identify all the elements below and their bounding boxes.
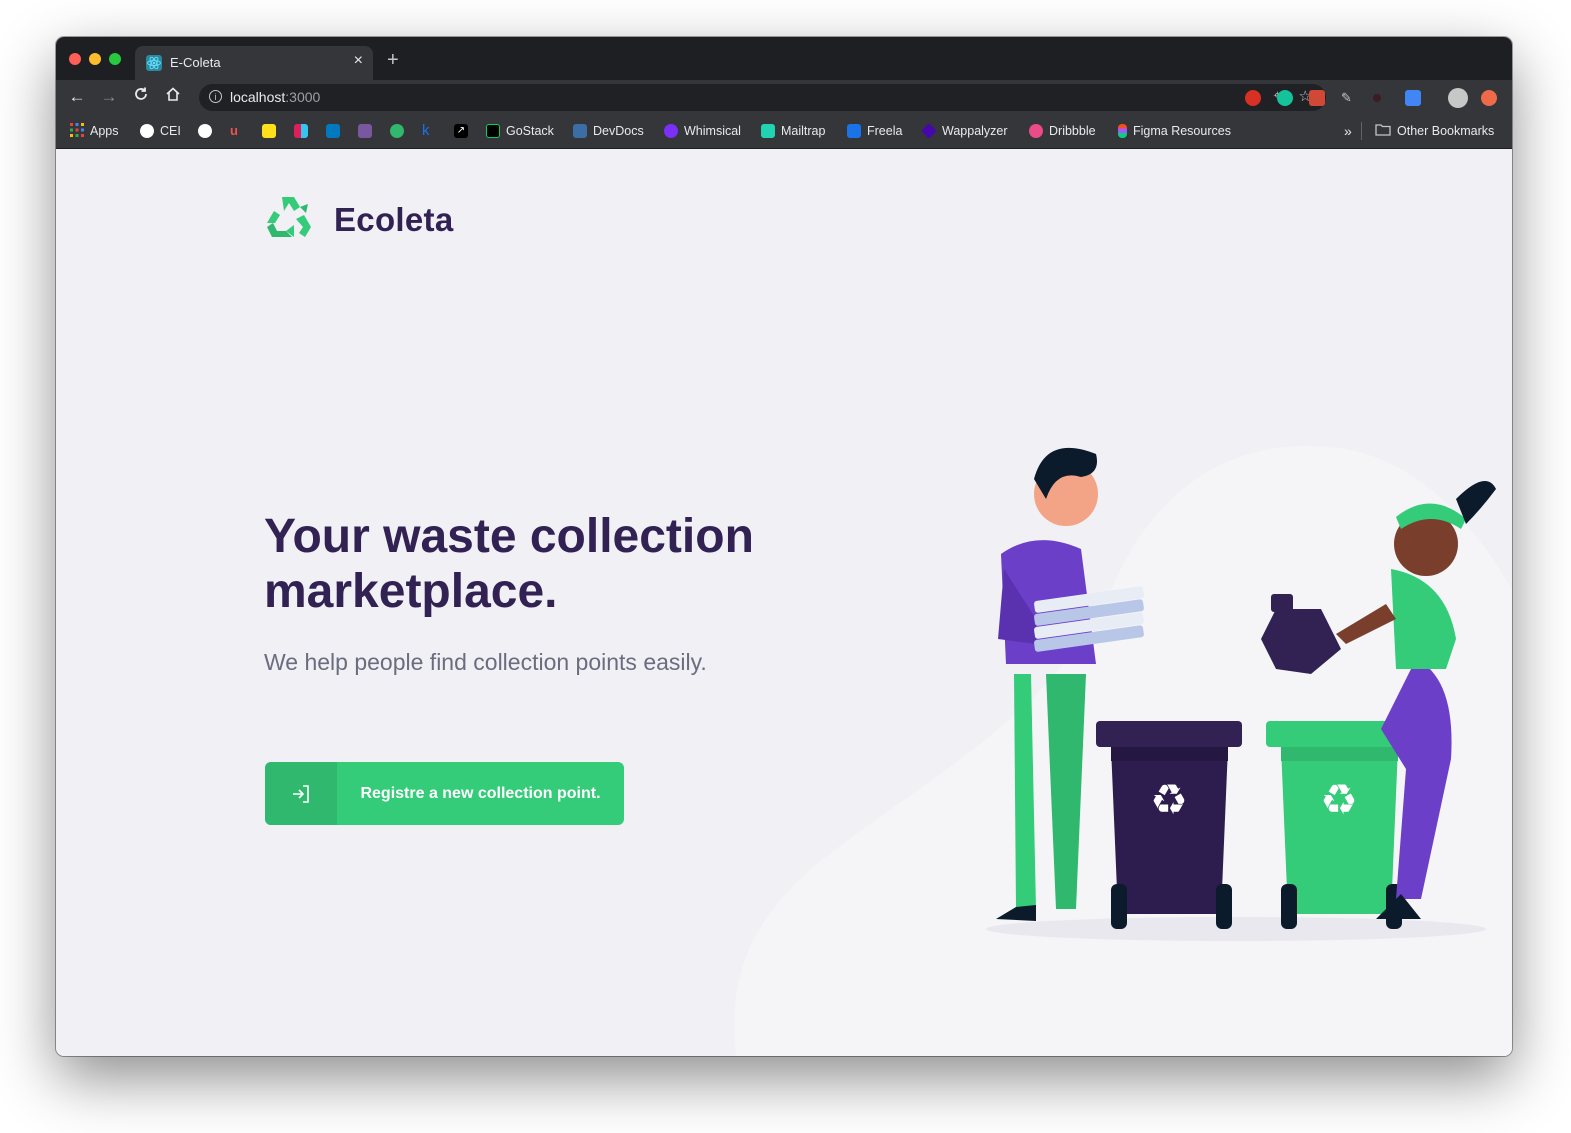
pen-extension-icon[interactable]: ✎ (1341, 90, 1357, 106)
url-host: localhost (230, 89, 286, 105)
bookmark-label: Other Bookmarks (1397, 124, 1495, 138)
trello-icon (326, 124, 340, 138)
address-url: localhost:3000 (230, 89, 320, 105)
new-tab-button[interactable]: + (387, 50, 399, 70)
bookmark-github[interactable] (198, 123, 212, 139)
register-collection-point-button[interactable]: Registre a new collection point. (265, 762, 624, 825)
dot-extension-icon[interactable] (1373, 94, 1381, 102)
bookmark-figma[interactable]: Figma Resources (1118, 123, 1231, 139)
translate-extension-icon[interactable] (1405, 90, 1421, 106)
bookmark-dribbble[interactable]: Dribbble (1029, 123, 1096, 139)
freela-icon (847, 124, 861, 138)
apps-grid-icon (70, 122, 84, 140)
heroku-icon (358, 124, 372, 138)
k-icon: k (422, 122, 430, 139)
browser-toolbar: ← → i localhost:3000 ⌖ ☆ ✎ (56, 80, 1512, 115)
folder-icon (1375, 123, 1391, 139)
adblock-extension-icon[interactable] (1245, 90, 1261, 106)
browser-tab[interactable]: E-Coleta × (135, 46, 373, 80)
log-in-icon (265, 762, 337, 825)
figma-icon (1118, 124, 1127, 138)
bookmark-label: Dribbble (1049, 124, 1096, 138)
mailchimp-icon (262, 124, 276, 138)
udemy-icon: u (230, 123, 238, 138)
recycling-people-illustration: ♻ ♻ (986, 447, 1496, 941)
close-tab-icon[interactable]: × (354, 52, 363, 70)
bookmark-label: DevDocs (593, 124, 644, 138)
bookmark-freela[interactable]: Freela (847, 123, 902, 139)
address-bar[interactable]: i localhost:3000 ⌖ ☆ (199, 84, 1326, 111)
tab-bar: E-Coleta × + (56, 37, 1512, 80)
bookmark-other[interactable]: Other Bookmarks (1375, 123, 1494, 139)
bookmark-arrow[interactable]: ↗ (454, 123, 468, 139)
arrow-app-icon: ↗ (454, 124, 468, 138)
svg-text:♻: ♻ (1320, 775, 1358, 824)
bookmark-wappalyzer[interactable]: Wappalyzer (921, 123, 1008, 139)
bookmark-gostack[interactable]: GoStack (486, 123, 554, 139)
bookmark-heroku[interactable] (358, 123, 372, 139)
globe-icon (140, 124, 154, 138)
back-arrow-icon[interactable]: ← (66, 86, 88, 108)
home-icon[interactable] (162, 86, 184, 108)
bookmark-slack[interactable] (294, 123, 308, 139)
bookmark-hacker[interactable] (390, 123, 404, 139)
bookmarks-overflow-chevron[interactable]: » (1344, 123, 1352, 139)
bookmark-label: Whimsical (684, 124, 741, 138)
extension-icon[interactable] (1309, 90, 1325, 106)
bookmark-mailtrap[interactable]: Mailtrap (761, 123, 825, 139)
bookmark-apps[interactable]: Apps (70, 122, 119, 140)
github-icon (198, 124, 212, 138)
minimize-window-button[interactable] (89, 53, 101, 65)
logo[interactable]: Ecoleta (264, 193, 454, 246)
bookmark-k[interactable]: k (422, 123, 436, 139)
bookmark-udemy[interactable]: u (230, 123, 244, 139)
logo-text: Ecoleta (334, 200, 454, 238)
bookmark-label: Figma Resources (1133, 124, 1231, 138)
browser-window: E-Coleta × + ← → i localhost:3000 ⌖ ☆ ✎ (56, 37, 1512, 1056)
whimsical-icon (664, 124, 678, 138)
bookmarks-bar: Apps CEI u k ↗ GoStack DevDocs Whimsical… (56, 115, 1512, 149)
maximize-window-button[interactable] (109, 53, 121, 65)
hero-subtitle: We help people find collection points ea… (264, 649, 707, 675)
svg-text:♻: ♻ (1150, 775, 1188, 824)
recycle-logo-icon (264, 193, 314, 246)
bookmark-devdocs[interactable]: DevDocs (573, 123, 644, 139)
wappalyzer-icon (921, 123, 937, 139)
page-content: Ecoleta Your waste collection marketplac… (56, 149, 1512, 1056)
url-port: :3000 (285, 89, 321, 105)
bookmark-label: Apps (90, 124, 119, 138)
tab-title: E-Coleta (170, 55, 221, 70)
bookmark-mailchimp[interactable] (262, 123, 276, 139)
bookmark-label: Mailtrap (781, 124, 826, 138)
bookmark-whimsical[interactable]: Whimsical (664, 123, 741, 139)
bookmark-label: Wappalyzer (942, 124, 1008, 138)
bookmark-trello[interactable] (326, 123, 340, 139)
bookmark-label: Freela (867, 124, 903, 138)
hackernews-icon (390, 124, 404, 138)
close-window-button[interactable] (69, 53, 81, 65)
cta-label: Registre a new collection point. (360, 784, 601, 802)
forward-arrow-icon[interactable]: → (98, 86, 120, 108)
update-icon[interactable] (1481, 90, 1497, 106)
bookmark-label: CEI (160, 124, 181, 138)
devdocs-icon (573, 124, 587, 138)
dribbble-icon (1029, 124, 1043, 138)
site-info-icon[interactable]: i (209, 90, 222, 103)
profile-avatar[interactable] (1448, 88, 1468, 108)
slack-icon (294, 124, 308, 138)
bookmark-cei[interactable]: CEI (140, 123, 181, 139)
reload-icon[interactable] (130, 86, 152, 108)
bookmarks-divider (1361, 122, 1362, 140)
grammarly-extension-icon[interactable] (1277, 90, 1293, 106)
bookmark-label: GoStack (506, 124, 554, 138)
hero-title: Your waste collection marketplace. (264, 510, 754, 618)
react-favicon-icon (146, 55, 162, 71)
gostack-icon (486, 124, 500, 138)
mailtrap-icon (761, 124, 775, 138)
